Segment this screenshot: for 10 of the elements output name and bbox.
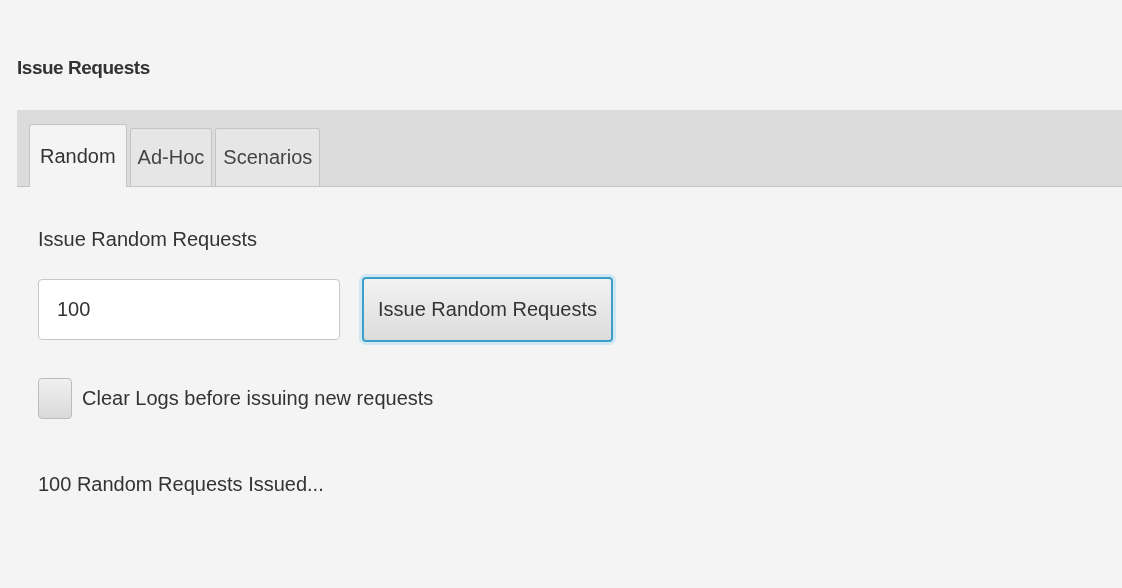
section-label: Issue Random Requests	[38, 226, 258, 252]
panel-title: Issue Requests	[17, 56, 151, 80]
issue-random-requests-button[interactable]: Issue Random Requests	[362, 276, 613, 342]
checkbox-label: Clear Logs before issuing new requests	[82, 386, 434, 411]
status-text: 100 Random Requests Issued...	[38, 471, 325, 497]
tab[interactable]: Scenarios	[215, 127, 321, 186]
checkbox[interactable]	[38, 377, 72, 419]
tab[interactable]: Ad-Hoc	[129, 127, 213, 186]
tab[interactable]: Random	[29, 123, 127, 187]
count-field[interactable]: 100	[38, 278, 340, 340]
